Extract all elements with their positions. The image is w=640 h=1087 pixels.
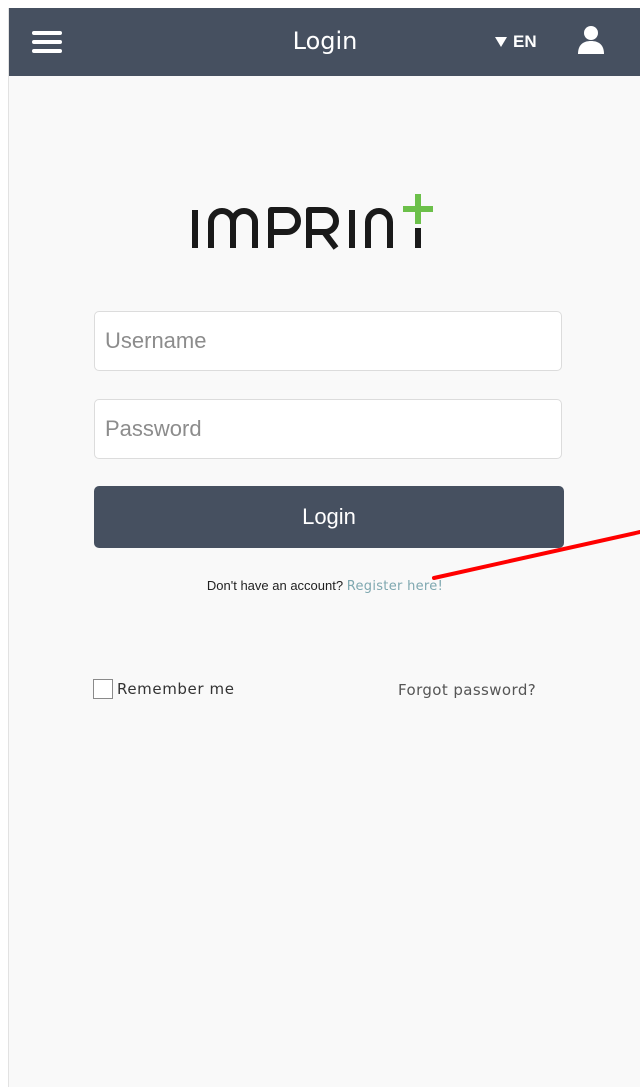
app-frame: Login EN Username Login Don't have an ac… [8,8,640,1087]
password-input[interactable] [94,399,562,459]
remember-me-toggle[interactable]: Remember me [93,679,235,699]
hamburger-line [32,49,62,53]
forgot-password-link[interactable]: Forgot password? [398,681,536,699]
register-prompt-line: Don't have an account? Register here! [9,578,640,594]
page-title: Login [292,27,358,55]
username-input[interactable] [94,311,562,371]
remember-me-checkbox[interactable] [93,679,113,699]
register-prompt-text: Don't have an account? [206,578,344,593]
imprint-logo [192,194,433,250]
language-selector[interactable]: EN [495,30,537,54]
top-navigation-bar: Login EN [9,8,640,76]
hamburger-menu-icon[interactable] [32,29,62,55]
user-icon[interactable] [577,25,605,55]
caret-down-icon [495,37,507,47]
language-label: EN [513,32,537,51]
register-link[interactable]: Register here! [347,579,443,594]
remember-me-label: Remember me [117,680,235,698]
hamburger-line [32,40,62,44]
login-button[interactable]: Login [94,486,564,548]
hamburger-line [32,31,62,35]
